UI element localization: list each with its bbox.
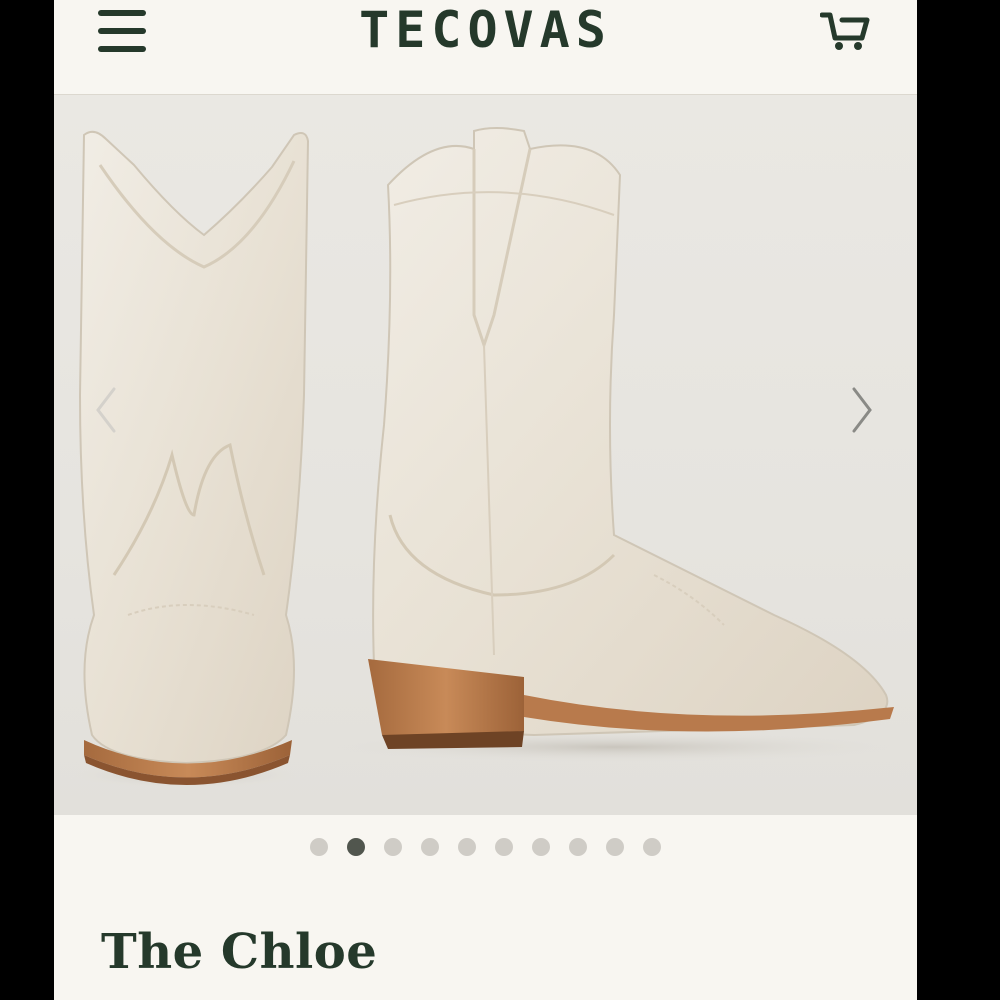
chevron-right-icon <box>852 387 872 433</box>
gallery-prev-button[interactable] <box>90 385 122 435</box>
pagination-dot[interactable] <box>606 838 624 856</box>
gallery-pagination <box>310 838 670 858</box>
pagination-dot[interactable] <box>532 838 550 856</box>
cart-button[interactable] <box>819 10 872 52</box>
pagination-dot[interactable] <box>310 838 328 856</box>
pagination-dot-active[interactable] <box>347 838 365 856</box>
phone-screen: TECOVAS The Chloe <box>54 0 917 1000</box>
gallery-next-button[interactable] <box>846 385 878 435</box>
chevron-left-icon <box>96 387 116 433</box>
pagination-dot[interactable] <box>495 838 513 856</box>
product-image-gallery[interactable] <box>54 95 917 815</box>
pagination-dot[interactable] <box>384 838 402 856</box>
pagination-dot[interactable] <box>569 838 587 856</box>
brand-logo[interactable]: TECOVAS <box>54 1 917 59</box>
pagination-dot[interactable] <box>458 838 476 856</box>
pagination-dot[interactable] <box>643 838 661 856</box>
product-title: The Chloe <box>101 924 378 980</box>
site-header: TECOVAS <box>54 0 917 95</box>
shopping-cart-icon <box>819 12 870 50</box>
boots-product-image <box>66 127 914 789</box>
pagination-dot[interactable] <box>421 838 439 856</box>
